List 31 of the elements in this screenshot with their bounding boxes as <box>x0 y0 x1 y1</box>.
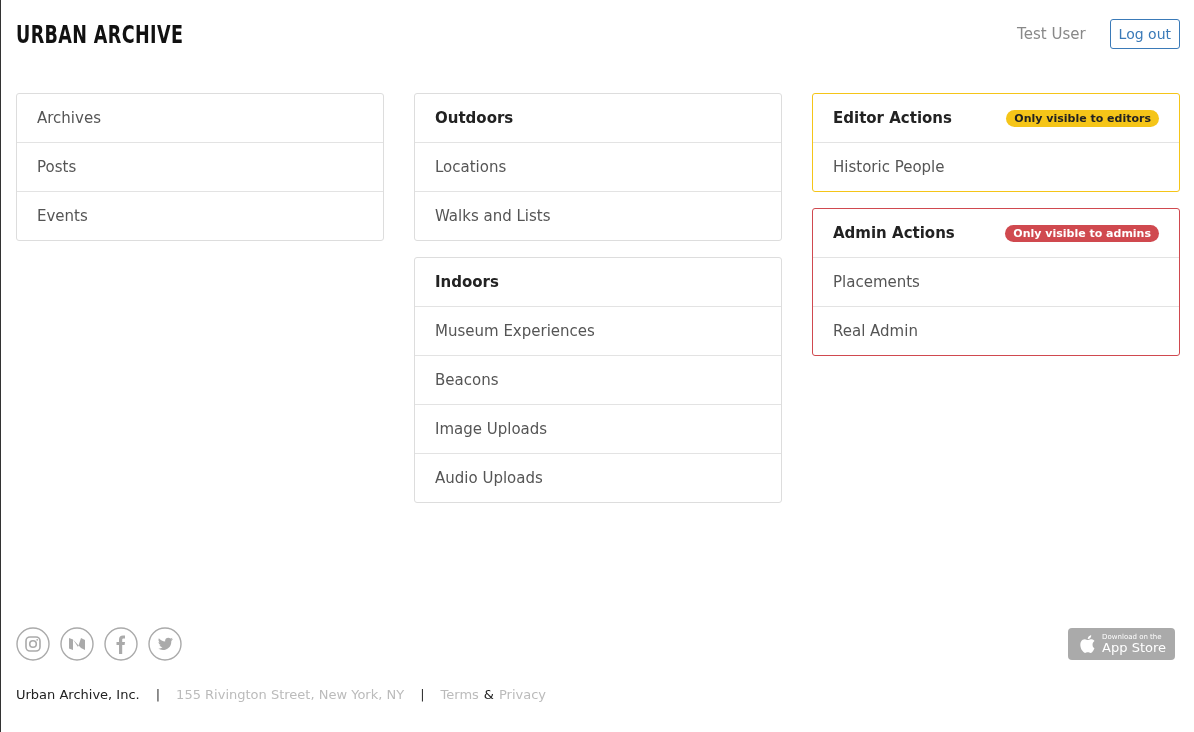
user-name: Test User <box>1017 25 1086 43</box>
menu-link[interactable]: Walks and Lists <box>415 191 781 240</box>
menu-link[interactable]: Placements <box>813 257 1179 306</box>
menu-link[interactable]: Museum Experiences <box>415 306 781 355</box>
panel-heading: Editor Actions <box>833 109 952 127</box>
menu-link[interactable]: Real Admin <box>813 306 1179 355</box>
menu-link[interactable]: Locations <box>415 142 781 191</box>
menu-link[interactable]: Image Uploads <box>415 404 781 453</box>
menu-link[interactable]: Historic People <box>813 142 1179 191</box>
panel-heading: Outdoors <box>435 109 514 127</box>
menu-link[interactable]: Archives <box>17 94 383 142</box>
instagram-icon[interactable] <box>16 627 50 661</box>
ampersand: & <box>483 687 494 702</box>
menu-link[interactable]: Audio Uploads <box>415 453 781 502</box>
panel-heading: Admin Actions <box>833 224 955 242</box>
menu-link[interactable]: Posts <box>17 142 383 191</box>
medium-icon[interactable] <box>60 627 94 661</box>
app-store-label: App Store <box>1102 641 1166 654</box>
logout-button[interactable]: Log out <box>1109 19 1180 49</box>
visibility-badge: Only visible to admins <box>1005 224 1159 242</box>
menu-link[interactable]: Beacons <box>415 355 781 404</box>
visibility-badge: Only visible to editors <box>1006 109 1159 127</box>
panel-heading: Indoors <box>435 273 499 291</box>
separator: | <box>420 687 425 702</box>
menu-link[interactable]: Events <box>17 191 383 240</box>
logo[interactable]: URBAN ARCHIVE <box>16 19 184 49</box>
twitter-icon[interactable] <box>148 627 182 661</box>
facebook-icon[interactable] <box>104 627 138 661</box>
separator: | <box>155 687 161 702</box>
company-name: Urban Archive, Inc. <box>16 687 140 702</box>
address: 155 Rivington Street, New York, NY <box>176 687 405 702</box>
